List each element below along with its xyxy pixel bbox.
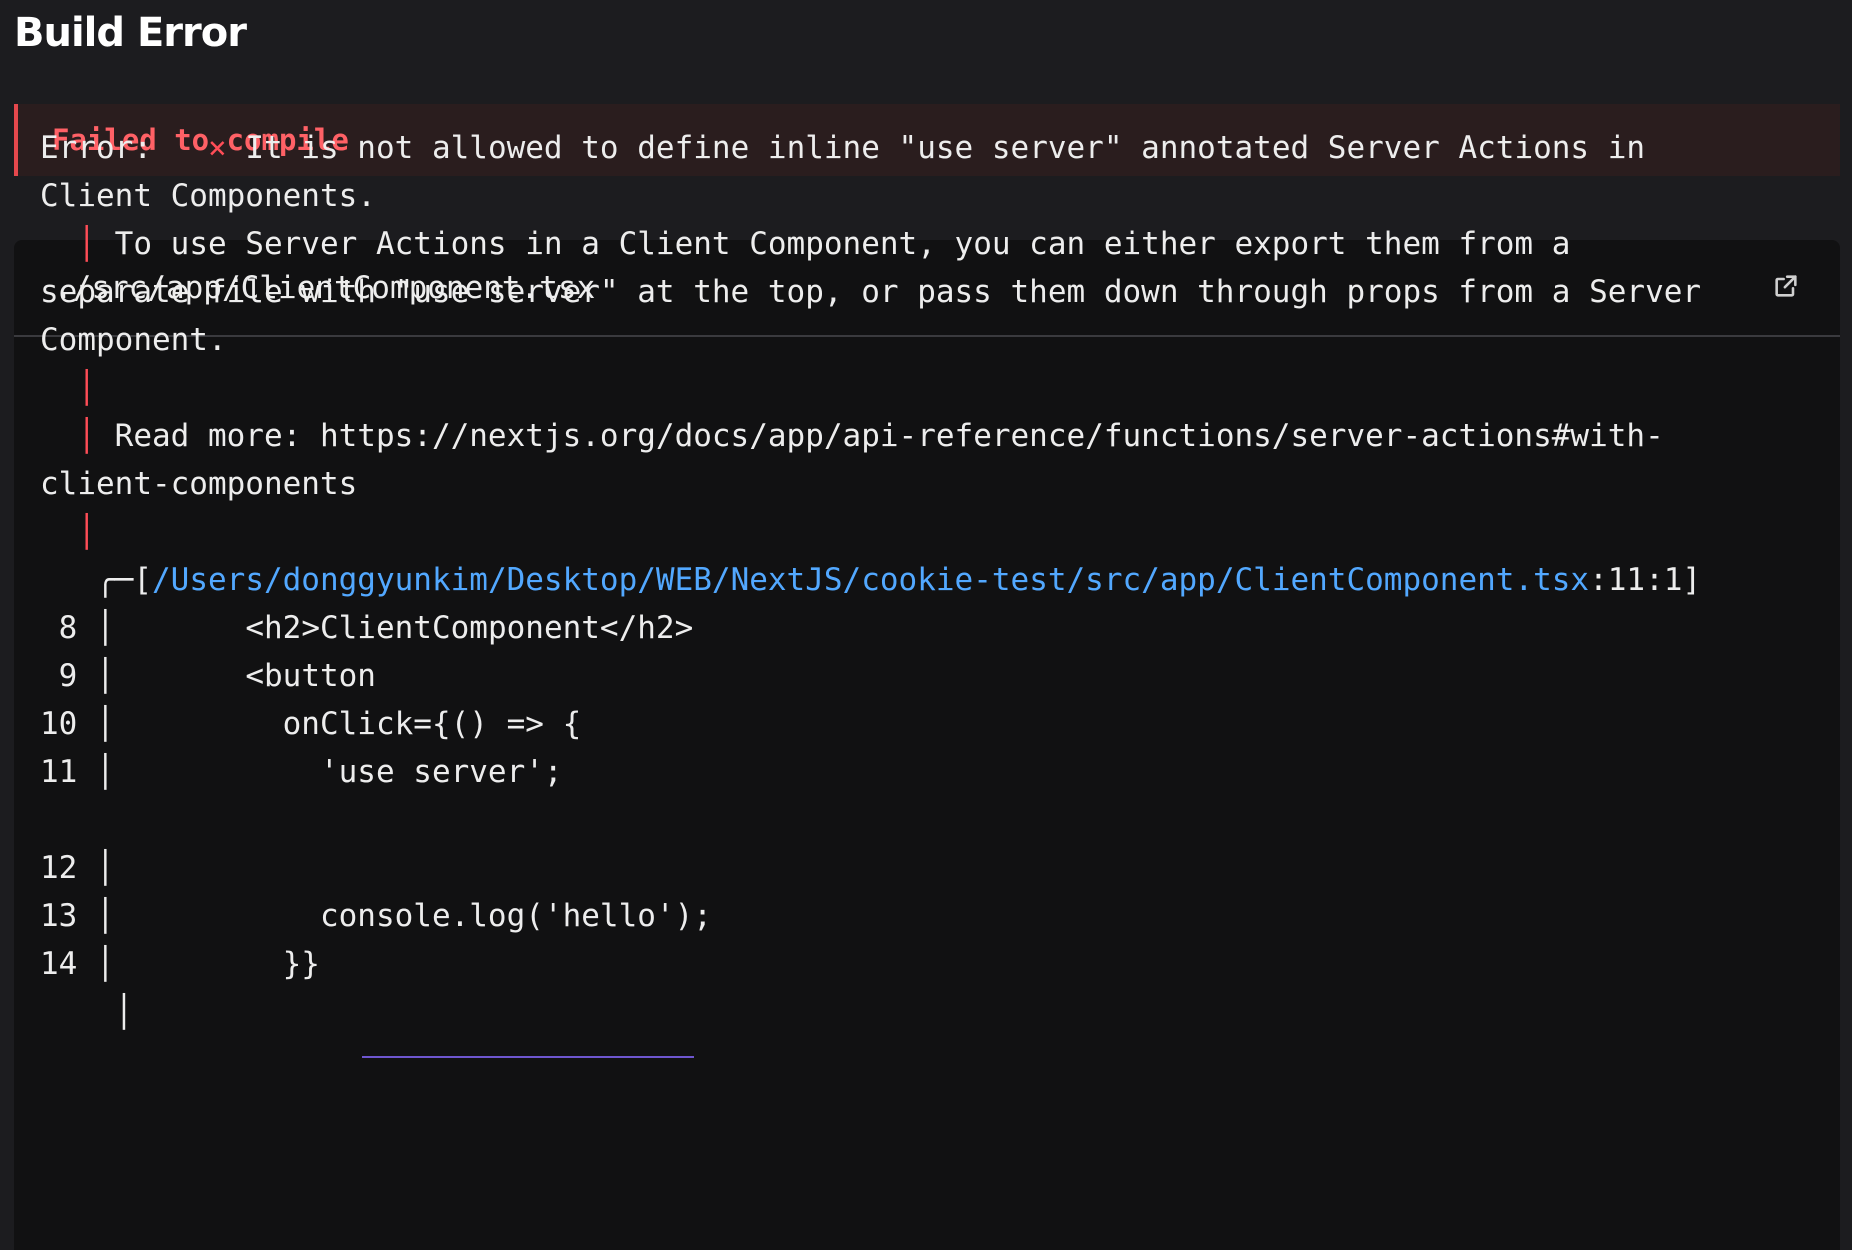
location-prefix: ╭─[ (96, 562, 152, 598)
code-line-number: 14 (40, 946, 78, 982)
error-line-1: It is not allowed to define inline "use … (226, 130, 1646, 166)
error-line-4: separate file with "use server" at the t… (40, 274, 1702, 310)
code-line-number: 13 (40, 898, 78, 934)
error-underline (362, 1056, 694, 1058)
gutter-pipe: │ (77, 514, 96, 550)
code-line-number: 9 (58, 658, 78, 694)
code-line-text: console.log('hello'); (133, 898, 712, 934)
code-line-number: 11 (40, 754, 78, 790)
code-line-text: 'use server'; (133, 754, 563, 790)
code-line-text: <button (133, 658, 376, 694)
error-output: Error: × It is not allowed to define inl… (40, 130, 1702, 1030)
error-prefix: Error: (40, 130, 152, 166)
gutter-pipe: │ (77, 418, 96, 454)
location-path-link[interactable]: /Users/donggyunkim/Desktop/WEB/NextJS/co… (152, 562, 1589, 598)
gutter-pipe: │ (77, 226, 96, 262)
error-cross-icon: × (207, 130, 227, 166)
code-line-text: onClick={() => { (133, 706, 582, 742)
location-suffix: :11:1] (1589, 562, 1702, 598)
gutter-pipe: │ (77, 370, 96, 406)
error-line-7: client-components (40, 466, 358, 502)
code-line-text: }} (133, 946, 320, 982)
code-line-number: 8 (58, 610, 78, 646)
code-line-text: <h2>ClientComponent</h2> (133, 610, 694, 646)
error-line-3: To use Server Actions in a Client Compon… (96, 226, 1571, 262)
error-line-2: Client Components. (40, 178, 376, 214)
code-line-number: 10 (40, 706, 78, 742)
error-line-6: Read more: https://nextjs.org/docs/app/a… (96, 418, 1664, 454)
page-title: Build Error (14, 10, 247, 56)
error-line-5: Component. (40, 322, 227, 358)
code-line-number: 12 (40, 850, 78, 886)
